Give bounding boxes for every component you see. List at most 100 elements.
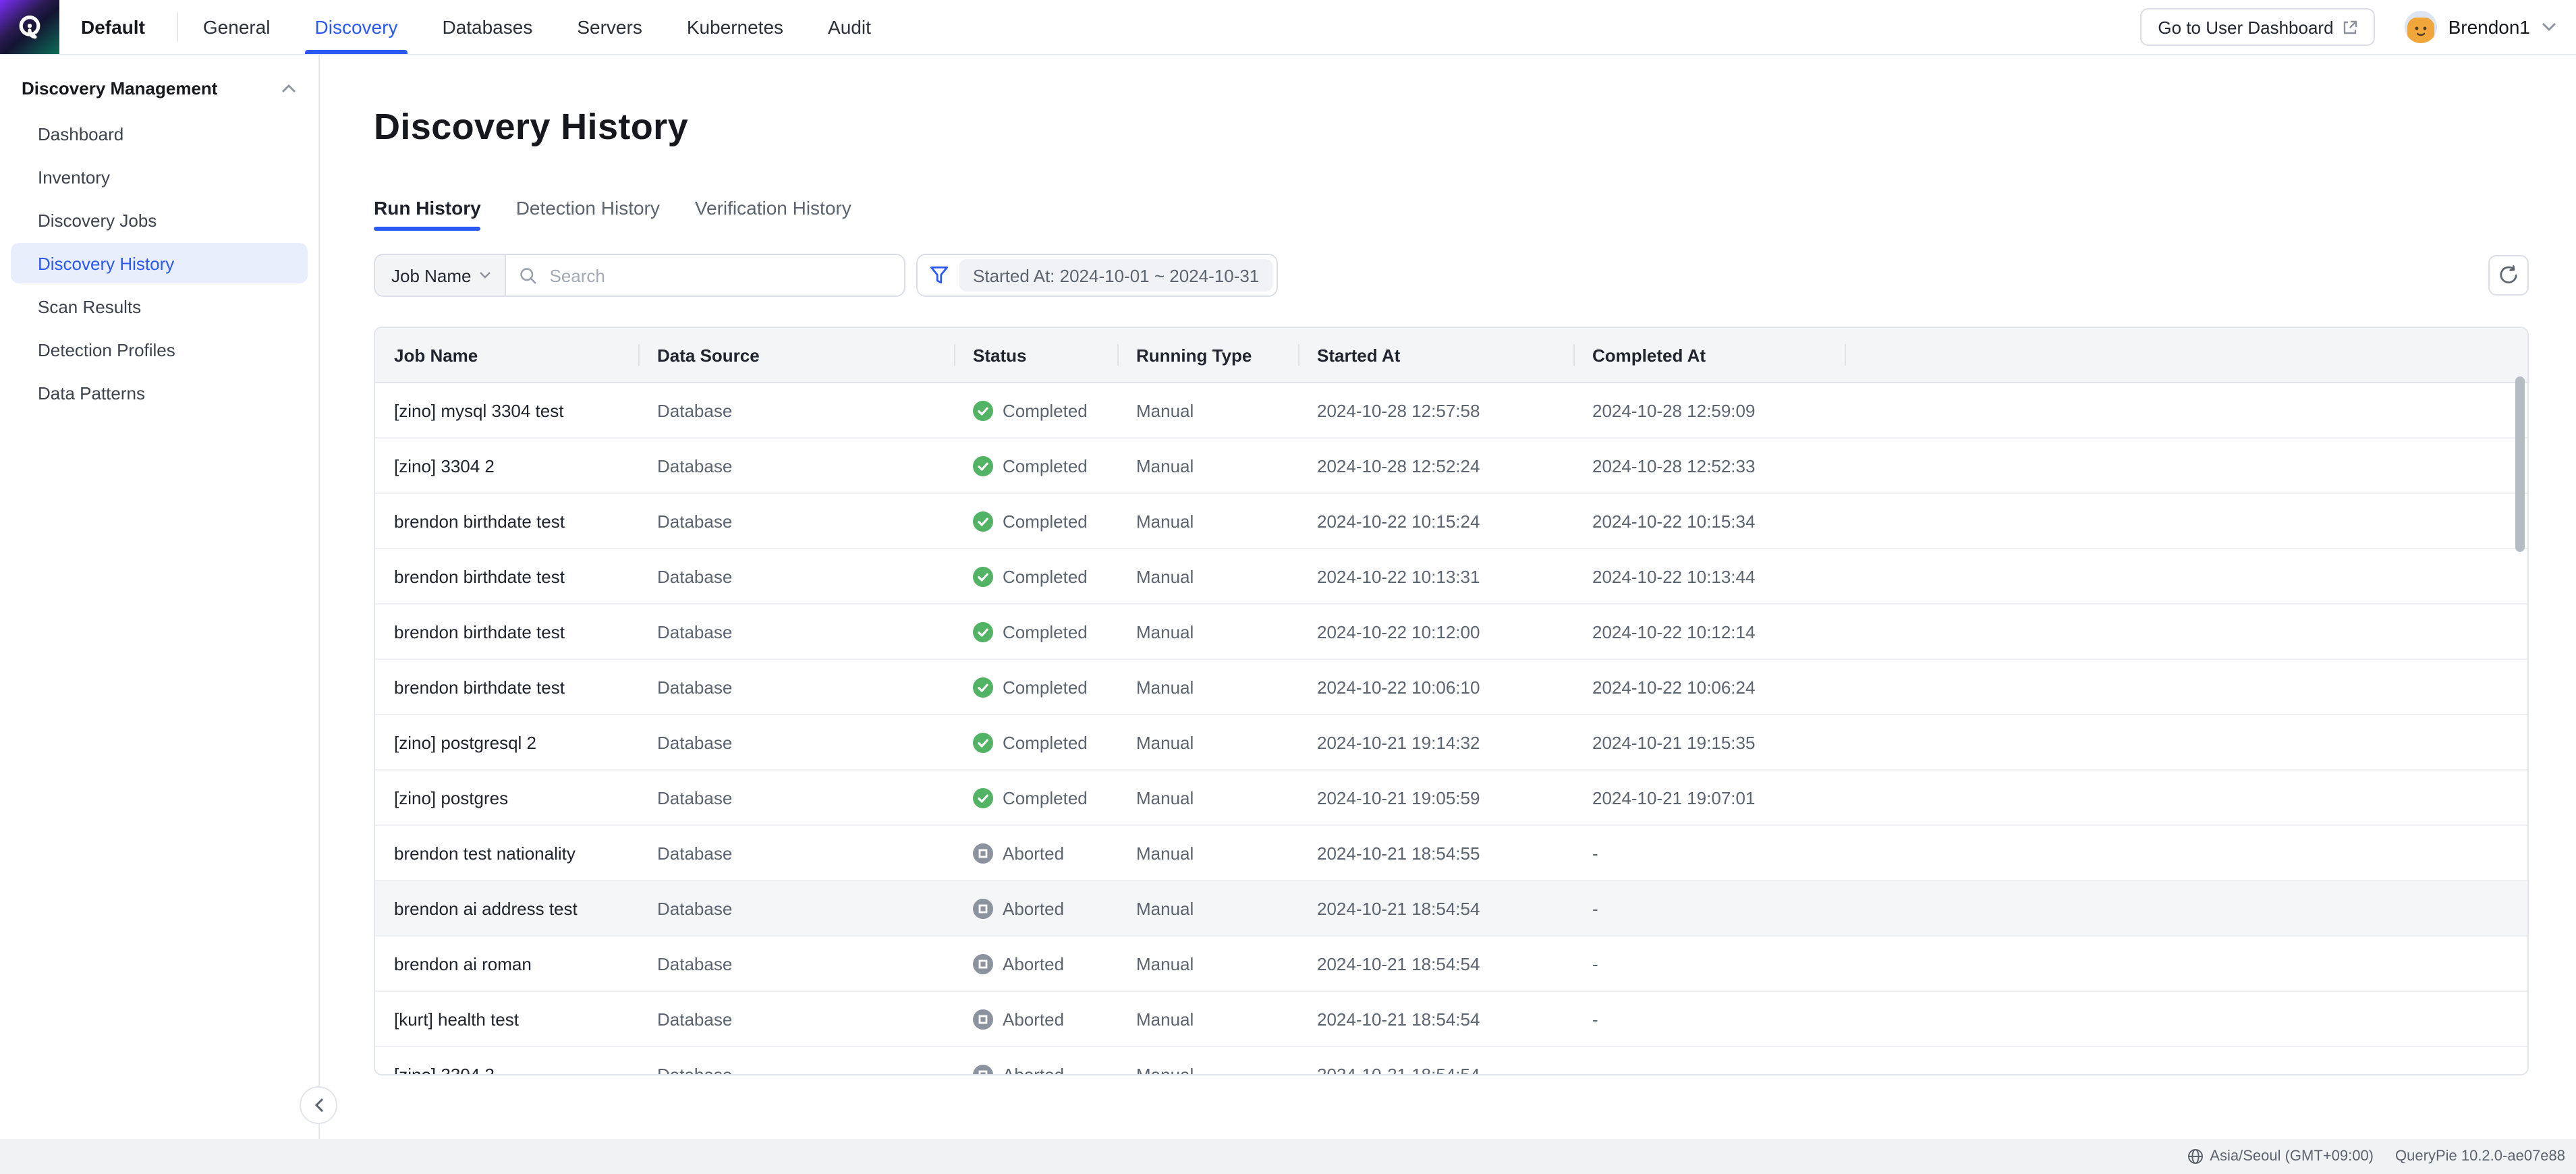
- cell-status: Aborted: [954, 937, 1117, 990]
- column-header-data-source[interactable]: Data Source: [638, 328, 954, 382]
- cell-data-source: Database: [638, 826, 954, 880]
- table-row[interactable]: [zino] postgresDatabaseCompletedManual20…: [375, 771, 2527, 826]
- tab-run-history[interactable]: Run History: [374, 197, 481, 231]
- aborted-status-icon: [973, 898, 993, 918]
- cell-data-source: Database: [638, 383, 954, 437]
- nav-item-general[interactable]: General: [203, 0, 271, 54]
- table-row[interactable]: [zino] 3304 2DatabaseCompletedManual2024…: [375, 439, 2527, 494]
- cell-started-at: 2024-10-21 18:54:54: [1298, 937, 1573, 990]
- tab-verification-history[interactable]: Verification History: [695, 197, 851, 231]
- nav-item-kubernetes[interactable]: Kubernetes: [687, 0, 783, 54]
- search-input[interactable]: [547, 264, 891, 287]
- user-menu[interactable]: Brendon1: [2405, 11, 2557, 43]
- table-row[interactable]: brendon birthdate testDatabaseCompletedM…: [375, 549, 2527, 605]
- table-row[interactable]: [kurt] health testDatabaseAbortedManual2…: [375, 992, 2527, 1047]
- completed-status-icon-wrap: [973, 566, 993, 586]
- cell-status: Aborted: [954, 826, 1117, 880]
- go-to-user-dashboard-label: Go to User Dashboard: [2158, 17, 2333, 37]
- cell-started-at: 2024-10-21 18:54:54: [1298, 1047, 1573, 1075]
- table-row[interactable]: brendon birthdate testDatabaseCompletedM…: [375, 494, 2527, 549]
- sidebar-item-dashboard[interactable]: Dashboard: [11, 113, 308, 154]
- cell-filler: [1845, 992, 2527, 1046]
- cell-running-type: Manual: [1117, 549, 1298, 603]
- table-row[interactable]: brendon ai romanDatabaseAbortedManual202…: [375, 937, 2527, 992]
- column-header-completed-at[interactable]: Completed At: [1573, 328, 1845, 382]
- status-label: Aborted: [1003, 843, 1064, 863]
- status-label: Aborted: [1003, 953, 1064, 974]
- table-row[interactable]: brendon birthdate testDatabaseCompletedM…: [375, 660, 2527, 715]
- cell-filler: [1845, 439, 2527, 493]
- cell-data-source: Database: [638, 1047, 954, 1075]
- cell-data-source: Database: [638, 881, 954, 935]
- completed-status-icon: [973, 787, 993, 808]
- refresh-button[interactable]: [2488, 255, 2529, 296]
- table-row[interactable]: brendon birthdate testDatabaseCompletedM…: [375, 605, 2527, 660]
- go-to-user-dashboard-button[interactable]: Go to User Dashboard: [2140, 8, 2375, 46]
- sidebar-menu: DashboardInventoryDiscovery JobsDiscover…: [0, 113, 318, 413]
- column-header-job-name[interactable]: Job Name: [375, 328, 638, 382]
- sidebar-item-detection-profiles[interactable]: Detection Profiles: [11, 329, 308, 370]
- cell-job-name: [zino] 3304 2: [375, 439, 638, 493]
- nav-item-servers[interactable]: Servers: [577, 0, 642, 54]
- column-header-started-at[interactable]: Started At: [1298, 328, 1573, 382]
- table-row[interactable]: [zino] mysql 3304 testDatabaseCompletedM…: [375, 383, 2527, 439]
- cell-job-name: [kurt] health test: [375, 992, 638, 1046]
- status-label: Completed: [1003, 732, 1088, 752]
- cell-started-at: 2024-10-21 18:54:54: [1298, 881, 1573, 935]
- sidebar-section-label: Discovery Management: [22, 78, 217, 99]
- status-label: Completed: [1003, 566, 1088, 586]
- table-scrollbar-thumb[interactable]: [2515, 376, 2525, 552]
- cell-completed-at: -: [1573, 1047, 1845, 1075]
- column-header-status[interactable]: Status: [954, 328, 1117, 382]
- chevron-up-icon: [281, 83, 297, 94]
- sidebar-item-inventory[interactable]: Inventory: [11, 157, 308, 197]
- filter-icon[interactable]: [930, 266, 949, 285]
- table-row[interactable]: [zino] postgresql 2DatabaseCompletedManu…: [375, 715, 2527, 771]
- querypie-logo[interactable]: [0, 0, 59, 54]
- top-nav: Default GeneralDiscoveryDatabasesServers…: [0, 0, 2576, 55]
- completed-status-icon: [973, 621, 993, 642]
- external-link-icon: [2343, 20, 2358, 34]
- cell-status: Completed: [954, 549, 1117, 603]
- search-field-selector[interactable]: Job Name: [375, 255, 507, 296]
- nav-item-discovery[interactable]: Discovery: [315, 0, 398, 54]
- sidebar-item-discovery-jobs[interactable]: Discovery Jobs: [11, 200, 308, 240]
- table-row[interactable]: brendon test nationalityDatabaseAbortedM…: [375, 826, 2527, 881]
- user-name: Brendon1: [2448, 16, 2530, 38]
- completed-status-icon-wrap: [973, 787, 993, 808]
- run-history-table: Job NameData SourceStatusRunning TypeSta…: [374, 327, 2529, 1075]
- cell-status: Completed: [954, 605, 1117, 659]
- cell-job-name: brendon ai roman: [375, 937, 638, 990]
- cell-job-name: [zino] postgres: [375, 771, 638, 824]
- status-label: Completed: [1003, 621, 1088, 642]
- aborted-status-icon-wrap: [973, 953, 993, 974]
- sidebar-item-discovery-history[interactable]: Discovery History: [11, 243, 308, 283]
- column-header-running-type[interactable]: Running Type: [1117, 328, 1298, 382]
- chevron-down-icon: [480, 271, 492, 279]
- cell-status: Aborted: [954, 1047, 1117, 1075]
- table-row[interactable]: brendon ai address testDatabaseAbortedMa…: [375, 881, 2527, 937]
- cell-running-type: Manual: [1117, 605, 1298, 659]
- globe-icon: [2187, 1148, 2203, 1165]
- completed-status-icon: [973, 511, 993, 531]
- sidebar-item-scan-results[interactable]: Scan Results: [11, 286, 308, 327]
- filter-group: Started At: 2024-10-01 ~ 2024-10-31: [916, 254, 1278, 297]
- nav-item-audit[interactable]: Audit: [828, 0, 871, 54]
- sidebar-collapse-button[interactable]: [300, 1086, 337, 1124]
- app-window: Default GeneralDiscoveryDatabasesServers…: [0, 0, 2576, 1174]
- cell-started-at: 2024-10-22 10:12:00: [1298, 605, 1573, 659]
- status-label: Aborted: [1003, 1064, 1064, 1075]
- cell-started-at: 2024-10-22 10:13:31: [1298, 549, 1573, 603]
- tab-detection-history[interactable]: Detection History: [516, 197, 660, 231]
- sidebar-item-data-patterns[interactable]: Data Patterns: [11, 372, 308, 413]
- cell-completed-at: -: [1573, 881, 1845, 935]
- cell-job-name: [zino] 3304 2: [375, 1047, 638, 1075]
- cell-status: Aborted: [954, 881, 1117, 935]
- started-at-filter-tag[interactable]: Started At: 2024-10-01 ~ 2024-10-31: [959, 259, 1272, 291]
- cell-status: Completed: [954, 439, 1117, 493]
- cell-running-type: Manual: [1117, 715, 1298, 769]
- nav-item-databases[interactable]: Databases: [442, 0, 532, 54]
- table-row[interactable]: [zino] 3304 2DatabaseAbortedManual2024-1…: [375, 1047, 2527, 1075]
- sidebar-section-header[interactable]: Discovery Management: [0, 55, 318, 111]
- cell-filler: [1845, 771, 2527, 824]
